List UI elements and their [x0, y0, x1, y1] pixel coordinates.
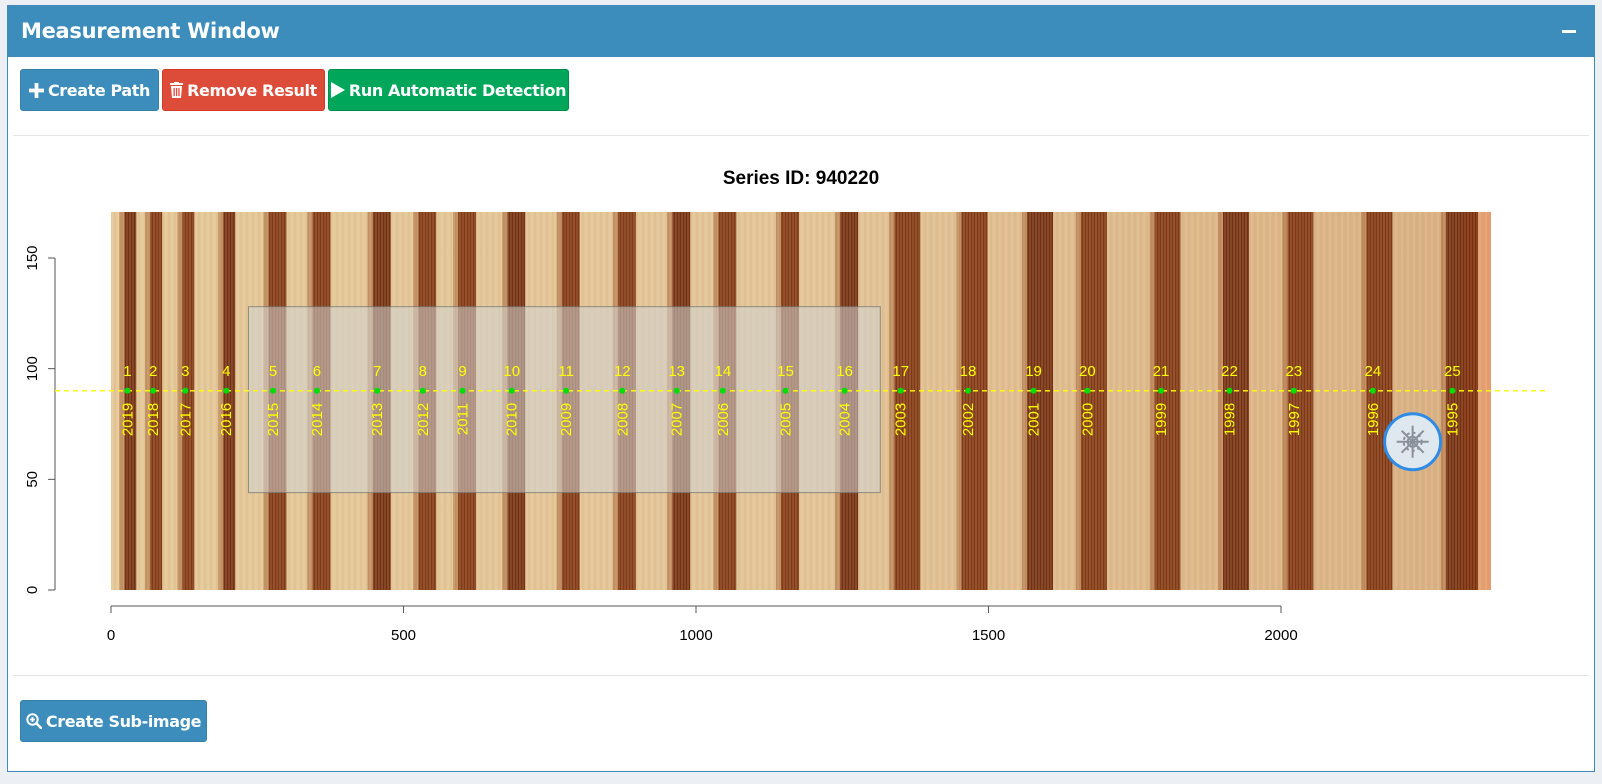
ring-year-label: 2013 [369, 403, 386, 436]
ring-point[interactable] [619, 387, 626, 394]
ring-point[interactable] [1449, 387, 1456, 394]
ring-number-label: 19 [1025, 363, 1042, 380]
ring-point[interactable] [1226, 387, 1233, 394]
ring-point[interactable] [782, 387, 789, 394]
ring-point[interactable] [508, 387, 515, 394]
ring-year-label: 1997 [1286, 403, 1303, 436]
ring-point[interactable] [374, 387, 381, 394]
ring-number-label: 12 [614, 363, 631, 380]
y-tick-label: 100 [24, 356, 41, 381]
ring-point[interactable] [897, 387, 904, 394]
ring-point[interactable] [419, 387, 426, 394]
ring-number-label: 13 [668, 363, 685, 380]
y-tick-label: 50 [24, 471, 41, 488]
ring-year-label: 2010 [504, 403, 521, 436]
ring-year-label: 2016 [218, 403, 235, 436]
ring-number-label: 5 [269, 363, 277, 380]
ring-point[interactable] [673, 387, 680, 394]
ring-number-label: 4 [222, 363, 230, 380]
ring-point[interactable] [270, 387, 277, 394]
ring-point[interactable] [182, 387, 189, 394]
ring-number-label: 18 [960, 363, 977, 380]
ring-number-label: 10 [503, 363, 520, 380]
ring-year-label: 2005 [778, 403, 795, 436]
ring-number-label: 1 [123, 363, 131, 380]
ring-number-label: 16 [836, 363, 853, 380]
ring-point[interactable] [1369, 387, 1376, 394]
ring-point[interactable] [965, 387, 972, 394]
ring-number-label: 21 [1153, 363, 1170, 380]
y-tick-label: 150 [24, 245, 41, 270]
ring-point[interactable] [563, 387, 570, 394]
ring-point[interactable] [1030, 387, 1037, 394]
x-tick-label: 500 [391, 627, 416, 644]
ring-year-label: 2012 [415, 403, 432, 436]
ring-year-label: 2014 [309, 403, 326, 436]
ring-number-label: 25 [1444, 363, 1461, 380]
snowflake-badge[interactable] [1383, 412, 1443, 472]
ring-year-label: 1995 [1444, 403, 1461, 436]
ring-point[interactable] [223, 387, 230, 394]
ring-year-label: 2006 [715, 403, 732, 436]
ring-number-label: 17 [892, 363, 909, 380]
ring-year-label: 1999 [1153, 403, 1170, 436]
ring-year-label: 2003 [893, 403, 910, 436]
x-tick-label: 1500 [972, 627, 1005, 644]
ring-year-label: 2008 [614, 403, 631, 436]
ring-year-label: 2011 [455, 403, 472, 435]
ring-point[interactable] [1084, 387, 1091, 394]
ring-point[interactable] [719, 387, 726, 394]
divider-bottom [13, 675, 1589, 676]
ring-year-label: 2009 [558, 403, 575, 436]
ring-point[interactable] [150, 387, 157, 394]
ring-number-label: 2 [149, 363, 157, 380]
ring-year-label: 2017 [177, 403, 194, 436]
zoom-in-icon [26, 713, 42, 729]
ring-year-label: 2002 [960, 403, 977, 436]
ring-point[interactable] [459, 387, 466, 394]
ring-number-label: 22 [1221, 363, 1238, 380]
ring-point[interactable] [1158, 387, 1165, 394]
x-tick-label: 2000 [1264, 627, 1297, 644]
ring-point[interactable] [124, 387, 131, 394]
ring-number-label: 11 [558, 363, 574, 380]
ring-number-label: 9 [458, 363, 466, 380]
ring-number-label: 7 [373, 363, 381, 380]
ring-year-label: 2018 [145, 403, 162, 436]
ring-number-label: 15 [777, 363, 794, 380]
ring-number-label: 24 [1365, 363, 1382, 380]
ring-number-label: 20 [1079, 363, 1096, 380]
y-tick-label: 0 [24, 586, 41, 594]
ring-number-label: 8 [419, 363, 427, 380]
ring-year-label: 2015 [265, 403, 282, 436]
ring-year-label: 2004 [837, 403, 854, 436]
ring-year-label: 2019 [119, 403, 136, 436]
ring-year-label: 2001 [1026, 403, 1043, 436]
x-tick-label: 0 [107, 627, 115, 644]
ring-year-label: 1996 [1365, 403, 1382, 436]
ring-number-label: 3 [181, 363, 189, 380]
measurement-plot[interactable]: 0 500 1000 1500 2000050100150 12019220183201… [0, 0, 1602, 784]
create-subimage-button[interactable]: Create Sub-image [20, 700, 207, 742]
ring-point[interactable] [841, 387, 848, 394]
ring-number-label: 23 [1286, 363, 1303, 380]
ring-point[interactable] [1290, 387, 1297, 394]
ring-year-label: 2007 [669, 403, 686, 436]
ring-number-label: 14 [715, 363, 732, 380]
ring-number-label: 6 [313, 363, 321, 380]
ring-year-label: 2000 [1079, 403, 1096, 436]
x-tick-label: 1000 [679, 627, 712, 644]
ring-year-label: 1998 [1222, 403, 1239, 436]
ring-point[interactable] [313, 387, 320, 394]
create-subimage-label: Create Sub-image [45, 711, 202, 731]
selection-rectangle[interactable] [247, 306, 881, 494]
